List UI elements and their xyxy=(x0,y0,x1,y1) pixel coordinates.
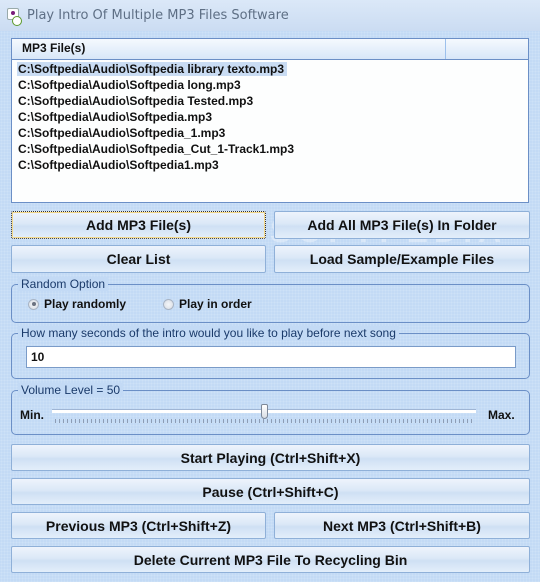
radio-play-in-order[interactable]: Play in order xyxy=(163,297,252,311)
mp3-file-list[interactable]: MP3 File(s) C:\Softpedia\Audio\Softpedia… xyxy=(11,38,529,203)
list-rows: C:\Softpedia\Audio\Softpedia library tex… xyxy=(12,60,528,173)
list-item[interactable]: C:\Softpedia\Audio\Softpedia library tex… xyxy=(12,61,528,77)
list-item-path: C:\Softpedia\Audio\Softpedia1.mp3 xyxy=(18,158,219,172)
list-header: MP3 File(s) xyxy=(12,39,528,60)
title-bar: Play Intro Of Multiple MP3 Files Softwar… xyxy=(0,0,540,31)
clear-list-button[interactable]: Clear List xyxy=(11,245,266,273)
window-title: Play Intro Of Multiple MP3 Files Softwar… xyxy=(27,8,289,23)
intro-seconds-group: How many seconds of the intro would you … xyxy=(11,326,530,379)
radio-checked-icon[interactable] xyxy=(28,298,39,310)
main-panel: MP3 File(s) C:\Softpedia\Audio\Softpedia… xyxy=(0,31,540,582)
start-playing-button[interactable]: Start Playing (Ctrl+Shift+X) xyxy=(11,444,530,471)
list-item-path: C:\Softpedia\Audio\Softpedia_1.mp3 xyxy=(18,126,226,140)
list-item[interactable]: C:\Softpedia\Audio\Softpedia_Cut_1-Track… xyxy=(12,141,528,157)
list-item-path: C:\Softpedia\Audio\Softpedia.mp3 xyxy=(18,110,212,124)
random-option-legend: Random Option xyxy=(18,277,109,291)
app-icon xyxy=(5,7,22,26)
volume-slider-thumb[interactable] xyxy=(260,404,268,419)
load-sample-files-button[interactable]: Load Sample/Example Files xyxy=(274,245,530,273)
volume-max-label: Max. xyxy=(488,408,515,422)
add-mp3-files-button[interactable]: Add MP3 File(s) xyxy=(11,211,266,239)
pause-button[interactable]: Pause (Ctrl+Shift+C) xyxy=(11,478,530,505)
radio-play-randomly[interactable]: Play randomly xyxy=(28,297,126,311)
list-item[interactable]: C:\Softpedia\Audio\Softpedia.mp3 xyxy=(12,109,528,125)
delete-current-mp3-button[interactable]: Delete Current MP3 File To Recycling Bin xyxy=(11,546,530,573)
list-item-path: C:\Softpedia\Audio\Softpedia library tex… xyxy=(17,62,288,76)
list-item[interactable]: C:\Softpedia\Audio\Softpedia long.mp3 xyxy=(12,77,528,93)
radio-unchecked-icon[interactable] xyxy=(163,298,174,310)
intro-seconds-input[interactable] xyxy=(26,346,516,368)
previous-mp3-button[interactable]: Previous MP3 (Ctrl+Shift+Z) xyxy=(11,512,266,539)
radio-play-randomly-label: Play randomly xyxy=(44,297,127,311)
volume-min-label: Min. xyxy=(20,408,44,422)
volume-slider-ticks xyxy=(55,419,475,423)
list-item[interactable]: C:\Softpedia\Audio\Softpedia_1.mp3 xyxy=(12,125,528,141)
list-item-path: C:\Softpedia\Audio\Softpedia Tested.mp3 xyxy=(18,94,254,108)
list-item-path: C:\Softpedia\Audio\Softpedia long.mp3 xyxy=(18,78,241,92)
volume-legend: Volume Level = 50 xyxy=(18,383,124,397)
radio-play-in-order-label: Play in order xyxy=(179,297,252,311)
next-mp3-button[interactable]: Next MP3 (Ctrl+Shift+B) xyxy=(274,512,530,539)
volume-group: Volume Level = 50 Min. Max. xyxy=(11,383,530,435)
random-option-group: Random Option Play randomly Play in orde… xyxy=(11,277,530,323)
list-item[interactable]: C:\Softpedia\Audio\Softpedia1.mp3 xyxy=(12,157,528,173)
list-item[interactable]: C:\Softpedia\Audio\Softpedia Tested.mp3 xyxy=(12,93,528,109)
list-item-path: C:\Softpedia\Audio\Softpedia_Cut_1-Track… xyxy=(18,142,295,156)
column-header-mp3-files[interactable]: MP3 File(s) xyxy=(12,39,446,59)
intro-seconds-legend: How many seconds of the intro would you … xyxy=(18,326,399,340)
add-folder-button[interactable]: Add All MP3 File(s) In Folder xyxy=(274,211,530,239)
column-header-empty[interactable] xyxy=(446,39,528,59)
